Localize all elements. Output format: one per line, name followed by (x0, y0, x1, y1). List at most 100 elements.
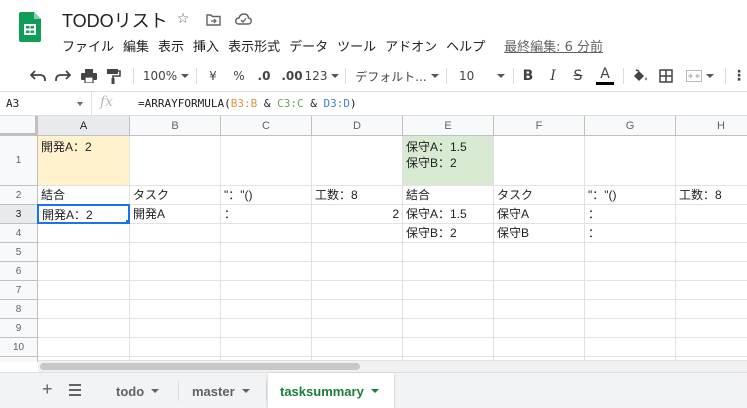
cell-h3[interactable] (676, 205, 747, 224)
menu-format[interactable]: 表示形式 (228, 36, 280, 55)
cell-c9[interactable] (221, 319, 312, 338)
menu-tools[interactable]: ツール (337, 36, 376, 55)
cell-e7[interactable] (403, 281, 494, 300)
menu-view[interactable]: 表示 (158, 36, 184, 55)
menu-file[interactable]: ファイル (62, 36, 114, 55)
cell-e3[interactable]: 保守A：1.5 (403, 205, 494, 224)
row-header-6[interactable]: 6 (0, 262, 38, 281)
redo-icon[interactable] (53, 60, 73, 92)
cell-c1[interactable] (221, 136, 312, 186)
cell-g6[interactable] (585, 262, 676, 281)
cell-a8[interactable] (38, 300, 130, 319)
cell-b2[interactable]: タスク (130, 186, 221, 205)
cell-e9[interactable] (403, 319, 494, 338)
add-sheet-icon[interactable]: + (42, 379, 53, 400)
zoom-select[interactable]: 100% (143, 60, 189, 92)
horizontal-scrollbar[interactable] (38, 360, 747, 372)
cell-d9[interactable] (312, 319, 403, 338)
cell-f7[interactable] (494, 281, 585, 300)
column-header-a[interactable]: A (38, 116, 130, 136)
row-header-4[interactable]: 4 (0, 224, 38, 243)
italic-button[interactable]: I (544, 60, 562, 92)
sheet-tab-todo[interactable]: todo (104, 373, 171, 408)
move-folder-icon[interactable] (204, 10, 222, 28)
cell-h8[interactable] (676, 300, 747, 319)
sheet-tab-tasksummary[interactable]: tasksummary (268, 373, 394, 408)
cell-e1[interactable]: 保守A：1.5 保守B：2 (403, 136, 494, 186)
column-header-f[interactable]: F (494, 116, 585, 136)
cell-c2[interactable]: "："() (221, 186, 312, 205)
cell-f6[interactable] (494, 262, 585, 281)
cell-a7[interactable] (38, 281, 130, 300)
cell-a10[interactable] (38, 338, 130, 357)
star-icon[interactable]: ☆ (174, 10, 192, 28)
cell-g1[interactable] (585, 136, 676, 186)
row-header-9[interactable]: 9 (0, 319, 38, 338)
row-header-10[interactable]: 10 (0, 338, 38, 357)
currency-format-button[interactable]: ¥ (206, 60, 220, 92)
cell-c4[interactable] (221, 224, 312, 243)
column-header-d[interactable]: D (312, 116, 403, 136)
more-toolbar-icon[interactable]: ⋮ (732, 60, 746, 92)
cell-e4[interactable]: 保守B：2 (403, 224, 494, 243)
cell-b10[interactable] (130, 338, 221, 357)
increase-decimal-button[interactable]: .00 (281, 60, 303, 92)
cell-d6[interactable] (312, 262, 403, 281)
decrease-decimal-button[interactable]: .0 (255, 60, 273, 92)
cell-f5[interactable] (494, 243, 585, 262)
row-header-3[interactable]: 3 (0, 205, 38, 224)
cell-f3[interactable]: 保守A (494, 205, 585, 224)
strikethrough-button[interactable]: S (569, 60, 587, 92)
document-title[interactable]: TODOリスト (62, 7, 168, 33)
row-header-1[interactable]: 1 (0, 136, 38, 186)
column-header-h[interactable]: H (676, 116, 747, 136)
merge-cells-icon[interactable] (682, 60, 718, 92)
menu-addons[interactable]: アドオン (385, 36, 437, 55)
cell-b8[interactable] (130, 300, 221, 319)
cell-b9[interactable] (130, 319, 221, 338)
column-header-e[interactable]: E (403, 116, 494, 136)
cell-e2[interactable]: 結合 (403, 186, 494, 205)
cell-f4[interactable]: 保守B (494, 224, 585, 243)
cell-c10[interactable] (221, 338, 312, 357)
cell-h2[interactable]: 工数：8 (676, 186, 747, 205)
menu-data[interactable]: データ (289, 36, 328, 55)
cell-a6[interactable] (38, 262, 130, 281)
cell-f9[interactable] (494, 319, 585, 338)
cell-f1[interactable] (494, 136, 585, 186)
cell-g8[interactable] (585, 300, 676, 319)
menu-edit[interactable]: 編集 (123, 36, 149, 55)
fill-color-icon[interactable] (630, 60, 650, 92)
column-header-c[interactable]: C (221, 116, 312, 136)
cell-a5[interactable] (38, 243, 130, 262)
cell-a2[interactable]: 結合 (38, 186, 130, 205)
cell-b5[interactable] (130, 243, 221, 262)
cell-h9[interactable] (676, 319, 747, 338)
column-header-b[interactable]: B (130, 116, 221, 136)
cell-g7[interactable] (585, 281, 676, 300)
cell-h6[interactable] (676, 262, 747, 281)
bold-button[interactable]: B (519, 60, 537, 92)
cell-d5[interactable] (312, 243, 403, 262)
cell-b6[interactable] (130, 262, 221, 281)
more-formats-select[interactable]: 123 (305, 60, 339, 92)
menu-insert[interactable]: 挿入 (193, 36, 219, 55)
row-header-8[interactable]: 8 (0, 300, 38, 319)
borders-icon[interactable] (656, 60, 676, 92)
cell-d3[interactable]: 2 (312, 205, 403, 224)
cell-h7[interactable] (676, 281, 747, 300)
cell-d7[interactable] (312, 281, 403, 300)
cell-h4[interactable] (676, 224, 747, 243)
row-header-11[interactable] (0, 357, 38, 362)
cell-f10[interactable] (494, 338, 585, 357)
cell-h1[interactable] (676, 136, 747, 186)
cell-d2[interactable]: 工数：8 (312, 186, 403, 205)
cell-e8[interactable] (403, 300, 494, 319)
text-color-button[interactable]: A (594, 60, 616, 92)
cell-a9[interactable] (38, 319, 130, 338)
cell-g2[interactable]: "："() (585, 186, 676, 205)
cell-c7[interactable] (221, 281, 312, 300)
font-family-select[interactable]: デフォルト... (355, 60, 439, 92)
cell-b1[interactable] (130, 136, 221, 186)
cell-h10[interactable] (676, 338, 747, 357)
